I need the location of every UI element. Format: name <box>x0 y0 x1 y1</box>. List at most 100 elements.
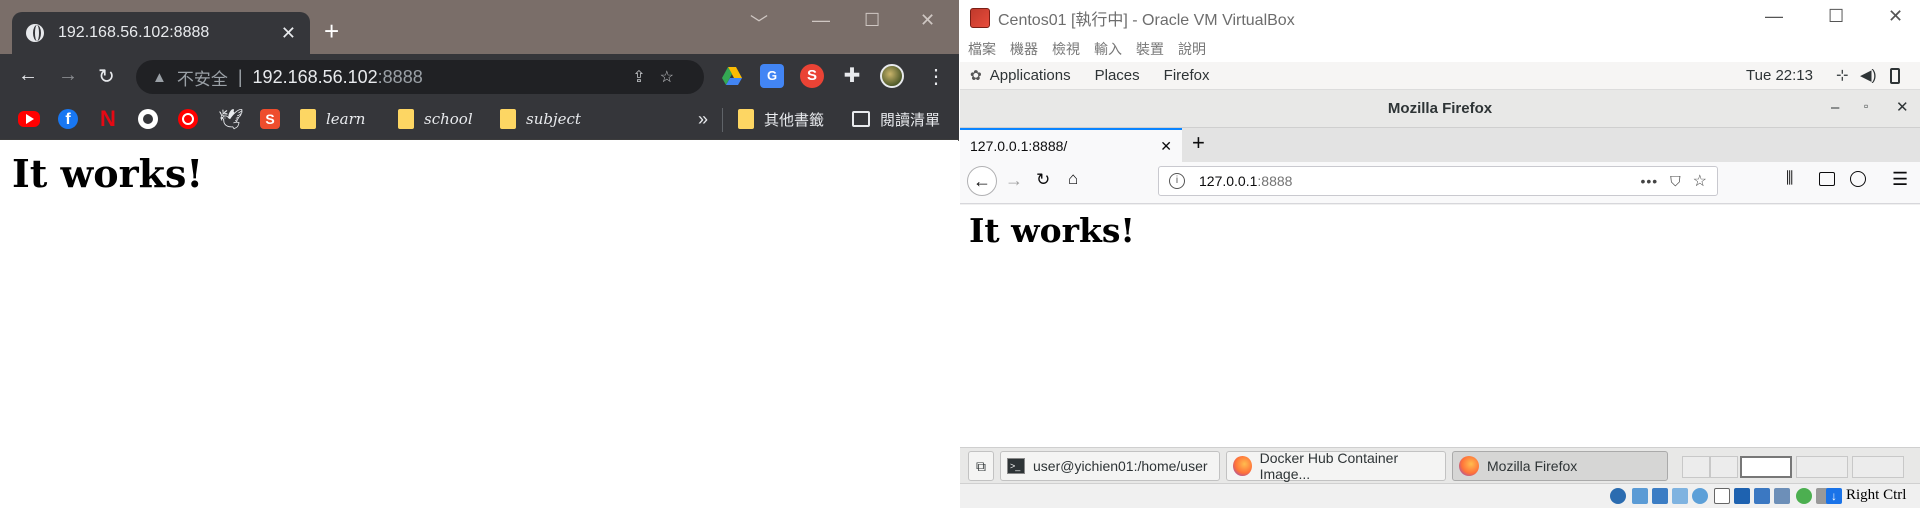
pocket-icon[interactable]: ⛉ <box>1670 173 1681 190</box>
menu-file[interactable]: 檔案 <box>968 39 996 59</box>
optical-drive-icon[interactable] <box>1610 488 1626 504</box>
reading-list-button[interactable]: 閱讀清單 <box>852 108 940 130</box>
maximize-button[interactable]: ▫ <box>1864 99 1868 113</box>
back-button[interactable]: ← <box>967 166 997 196</box>
bookmark-netflix[interactable]: N <box>100 108 116 130</box>
new-tab-button[interactable]: + <box>1192 130 1205 156</box>
firefox-icon <box>1233 456 1252 476</box>
maximize-button[interactable]: ☐ <box>864 10 880 31</box>
extensions-puzzle-icon[interactable]: ✚ <box>840 64 864 88</box>
close-tab-icon[interactable]: ✕ <box>1160 138 1172 155</box>
workspace-1[interactable] <box>1682 456 1710 478</box>
new-tab-button[interactable]: + <box>324 18 339 44</box>
bookmark-star-icon[interactable]: ☆ <box>1693 171 1707 191</box>
bookmarks-divider <box>722 108 723 132</box>
chrome-page-content: It works! <box>0 141 959 508</box>
google-drive-icon[interactable] <box>720 64 744 88</box>
gnome-places-menu[interactable]: Places <box>1095 67 1140 84</box>
maximize-button[interactable]: ☐ <box>1828 6 1844 27</box>
host-key-arrow-icon[interactable]: ↓ <box>1826 488 1842 504</box>
address-bar[interactable]: ▲ 不安全 | 192.168.56.102:8888 ⇪☆ <box>136 60 704 94</box>
reload-button[interactable]: ↻ <box>1036 170 1050 190</box>
reload-button[interactable]: ↻ <box>98 64 115 89</box>
globe-icon <box>26 24 44 42</box>
host-key-label: Right Ctrl <box>1846 487 1907 503</box>
bookmark-folder-school[interactable]: school <box>398 108 473 130</box>
close-window-button[interactable]: ✕ <box>1896 98 1909 116</box>
bookmark-star-icon[interactable]: ☆ <box>660 69 688 86</box>
close-window-button[interactable]: ✕ <box>1888 6 1903 27</box>
workspace-3[interactable] <box>1740 456 1792 478</box>
firefox-tab-active[interactable]: 127.0.0.1:8888/ ✕ <box>960 128 1182 162</box>
url-host: 127.0.0.1 <box>1199 173 1258 189</box>
audio-icon[interactable] <box>1632 488 1648 504</box>
settings-icon[interactable] <box>1774 488 1790 504</box>
shared-folders-icon[interactable] <box>1692 488 1708 504</box>
chrome-menu-icon[interactable]: ⋮ <box>926 64 946 89</box>
site-info-icon[interactable]: i <box>1169 173 1185 189</box>
s-extension-icon[interactable]: S <box>800 64 824 88</box>
bookmark-bird[interactable]: 🕊 <box>218 108 243 131</box>
recording-icon[interactable] <box>1734 488 1750 504</box>
profile-avatar[interactable] <box>880 64 904 88</box>
mouse-integration-icon[interactable] <box>1796 488 1812 504</box>
bookmark-folder-label: learn <box>326 110 366 128</box>
show-desktop-button[interactable]: ⧉ <box>968 451 994 481</box>
bookmark-facebook[interactable]: f <box>58 108 78 130</box>
menu-input[interactable]: 輸入 <box>1094 39 1122 59</box>
back-button[interactable]: ← <box>18 64 38 87</box>
battery-icon[interactable] <box>1890 68 1900 84</box>
firefox-url-bar[interactable]: i 127.0.0.1:8888 ••• ⛉ ☆ <box>1158 166 1718 196</box>
netflix-icon: N <box>100 106 116 131</box>
close-tab-icon[interactable]: ✕ <box>281 23 296 44</box>
menu-view[interactable]: 檢視 <box>1052 39 1080 59</box>
menu-help[interactable]: 說明 <box>1178 39 1206 59</box>
minimize-button[interactable]: — <box>1765 6 1783 27</box>
minimize-button[interactable]: – <box>1831 99 1839 116</box>
url-port: :8888 <box>377 66 423 87</box>
bookmark-youtube[interactable] <box>18 108 40 130</box>
menu-devices[interactable]: 裝置 <box>1136 39 1164 59</box>
library-icon[interactable]: ⫼ <box>1786 170 1793 188</box>
gnome-firefox-launcher[interactable]: Firefox <box>1164 67 1210 84</box>
forward-button[interactable]: → <box>1005 170 1023 191</box>
bookmark-github[interactable] <box>138 108 158 130</box>
menu-machine[interactable]: 機器 <box>1010 39 1038 59</box>
bookmarks-overflow-button[interactable]: » <box>698 108 708 130</box>
gnome-clock[interactable]: Tue 22:13 <box>1746 67 1813 84</box>
bookmark-folder-subject[interactable]: subject <box>500 108 581 130</box>
minimize-button[interactable]: — <box>812 10 830 31</box>
tab-search-icon[interactable]: ﹀ <box>750 10 768 36</box>
close-window-button[interactable]: ✕ <box>920 10 935 31</box>
gnome-applications-menu[interactable]: Applications <box>990 67 1071 84</box>
taskbar-item-docker-hub[interactable]: Docker Hub Container Image... <box>1226 450 1446 482</box>
share-icon[interactable]: ⇪ <box>632 69 659 86</box>
not-secure-icon[interactable]: ▲ <box>152 69 167 86</box>
chrome-tab-active[interactable]: 192.168.56.102:8888 ✕ <box>12 12 310 54</box>
google-translate-icon[interactable]: G <box>760 64 784 88</box>
firefox-menu-icon[interactable]: ☰ <box>1892 169 1908 190</box>
github-icon <box>138 109 158 129</box>
forward-button[interactable]: → <box>58 64 78 87</box>
workspace-2[interactable] <box>1710 456 1738 478</box>
sidebar-icon[interactable] <box>1819 172 1835 186</box>
network-adapter-icon[interactable] <box>1652 488 1668 504</box>
facebook-icon: f <box>58 109 78 129</box>
usb-icon[interactable] <box>1672 488 1688 504</box>
workspace-5[interactable] <box>1852 456 1904 478</box>
workspace-4[interactable] <box>1796 456 1848 478</box>
page-actions-icon[interactable]: ••• <box>1640 173 1658 189</box>
bookmark-shopee[interactable]: S <box>260 108 280 130</box>
cpu-icon[interactable] <box>1754 488 1770 504</box>
taskbar-item-terminal[interactable]: >_ user@yichien01:/home/user <box>1000 451 1220 481</box>
bookmark-other[interactable]: 其他書籤 <box>738 108 824 130</box>
firefox-window-title: Mozilla Firefox <box>1387 100 1493 117</box>
network-icon[interactable]: ⊹ <box>1836 66 1849 84</box>
display-icon[interactable] <box>1714 488 1730 504</box>
account-icon[interactable] <box>1850 171 1866 187</box>
taskbar-item-firefox[interactable]: Mozilla Firefox <box>1452 451 1668 481</box>
bookmark-folder-learn[interactable]: learn <box>300 108 365 130</box>
home-button[interactable]: ⌂ <box>1068 169 1078 189</box>
bookmark-youtube-music[interactable] <box>178 108 198 130</box>
volume-icon[interactable]: ◀) <box>1860 66 1877 84</box>
